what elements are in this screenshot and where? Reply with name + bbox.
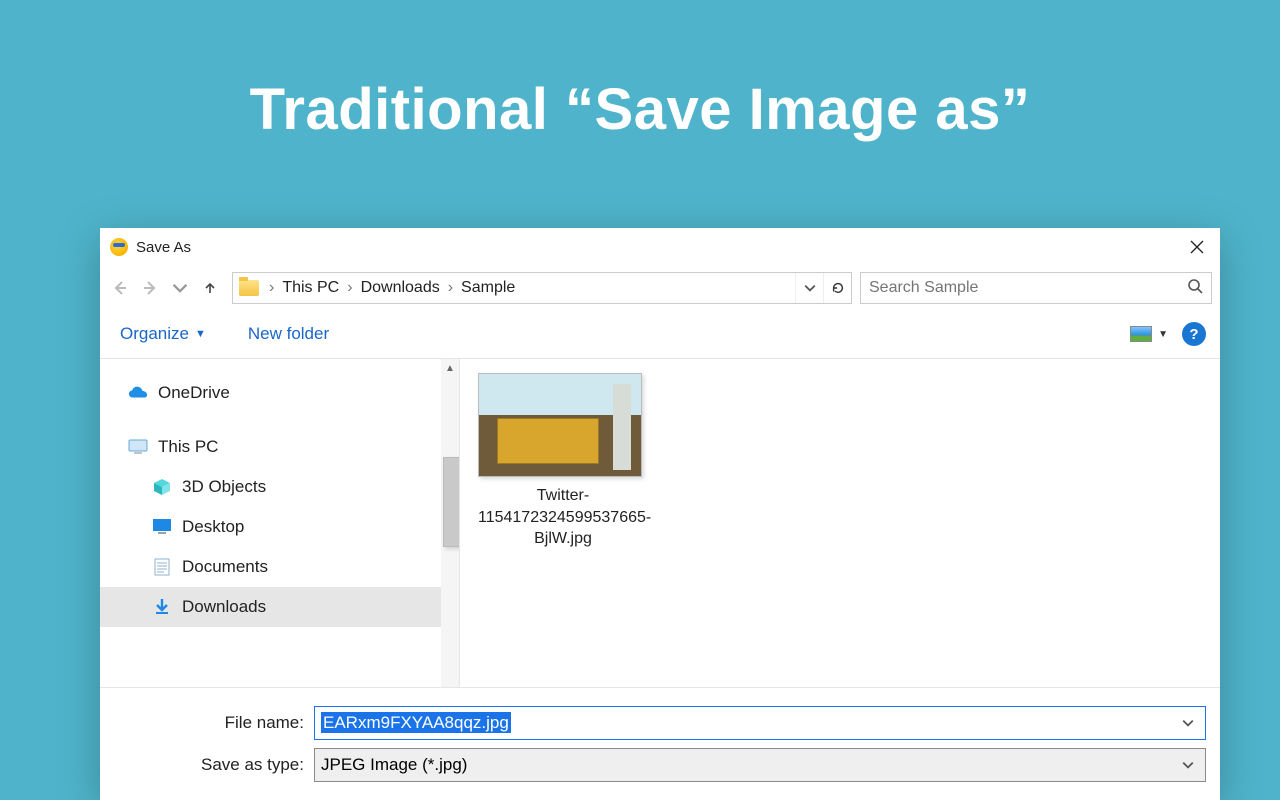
new-folder-button[interactable]: New folder [242, 320, 335, 348]
chevron-down-icon [1182, 717, 1194, 729]
filename-input[interactable]: EARxm9FXYAA8qqz.jpg [314, 706, 1206, 740]
file-name: Twitter-1154172324599537665-BjlW.jpg [478, 485, 648, 550]
close-icon [1190, 240, 1204, 254]
tree-label: Downloads [182, 597, 266, 617]
tree-downloads[interactable]: Downloads [100, 587, 459, 627]
address-bar[interactable]: › This PC › Downloads › Sample [232, 272, 852, 304]
chevron-down-icon: ▼ [195, 328, 206, 340]
breadcrumb-root[interactable]: This PC [278, 279, 343, 297]
arrow-right-icon [142, 280, 158, 296]
refresh-icon [831, 281, 845, 295]
app-icon [110, 238, 128, 256]
tree-this-pc[interactable]: This PC [100, 427, 459, 467]
document-icon [152, 558, 172, 576]
folder-icon [239, 280, 259, 296]
cube-icon [152, 478, 172, 496]
arrow-up-icon [203, 281, 217, 295]
address-dropdown[interactable] [795, 273, 823, 303]
tree-scrollbar[interactable]: ▲ [441, 359, 459, 687]
promo-headline: Traditional “Save Image as” [0, 0, 1280, 143]
tree-onedrive[interactable]: OneDrive [100, 373, 459, 413]
search-box[interactable] [860, 272, 1212, 304]
type-dropdown[interactable] [1177, 749, 1199, 781]
filename-dropdown[interactable] [1177, 707, 1199, 739]
download-icon [152, 598, 172, 616]
save-as-type-label: Save as type: [114, 755, 314, 775]
pc-icon [128, 438, 148, 456]
filename-value: EARxm9FXYAA8qqz.jpg [321, 712, 511, 733]
arrow-left-icon [112, 280, 128, 296]
up-button[interactable] [196, 274, 224, 302]
save-as-type-value: JPEG Image (*.jpg) [321, 755, 1177, 775]
tree-label: Desktop [182, 517, 244, 537]
breadcrumb-sep: › [265, 279, 278, 297]
recent-locations-button[interactable] [166, 274, 194, 302]
chevron-down-icon [1182, 759, 1194, 771]
breadcrumb-sep: › [444, 279, 457, 297]
view-menu[interactable]: ▼ [1130, 326, 1168, 342]
chevron-down-icon [804, 282, 816, 294]
tree-label: Documents [182, 557, 268, 577]
onedrive-icon [128, 384, 148, 402]
tree-3d-objects[interactable]: 3D Objects [100, 467, 459, 507]
search-input[interactable] [869, 279, 1187, 297]
breadcrumb-sample[interactable]: Sample [457, 279, 519, 297]
file-item[interactable]: Twitter-1154172324599537665-BjlW.jpg [478, 373, 648, 550]
filename-label: File name: [114, 713, 314, 733]
scroll-up-icon[interactable]: ▲ [441, 359, 459, 377]
save-as-type-select[interactable]: JPEG Image (*.jpg) [314, 748, 1206, 782]
save-form: File name: EARxm9FXYAA8qqz.jpg Save as t… [100, 687, 1220, 800]
file-thumbnail [478, 373, 642, 477]
help-button[interactable]: ? [1182, 322, 1206, 346]
tree-label: 3D Objects [182, 477, 266, 497]
view-icon [1130, 326, 1152, 342]
chevron-down-icon: ▼ [1158, 329, 1168, 340]
breadcrumb-downloads[interactable]: Downloads [357, 279, 444, 297]
tree-label: OneDrive [158, 383, 230, 403]
organize-menu[interactable]: Organize ▼ [114, 320, 212, 348]
navigation-tree: OneDrive This PC 3D Objects Desktop [100, 359, 460, 687]
search-icon [1187, 278, 1203, 299]
dialog-title: Save As [136, 239, 191, 256]
close-button[interactable] [1174, 228, 1220, 266]
breadcrumb-sep: › [343, 279, 356, 297]
desktop-icon [152, 518, 172, 536]
folder-content[interactable]: Twitter-1154172324599537665-BjlW.jpg [460, 359, 1220, 687]
navigation-bar: › This PC › Downloads › Sample [100, 266, 1220, 310]
toolbar: Organize ▼ New folder ▼ ? [100, 310, 1220, 358]
tree-label: This PC [158, 437, 218, 457]
save-as-dialog: Save As › This PC › Downloads › Sample [100, 228, 1220, 800]
scroll-thumb[interactable] [443, 457, 460, 547]
new-folder-label: New folder [248, 324, 329, 344]
chevron-down-icon [172, 280, 188, 296]
forward-button[interactable] [136, 274, 164, 302]
refresh-button[interactable] [823, 273, 851, 303]
tree-documents[interactable]: Documents [100, 547, 459, 587]
titlebar: Save As [100, 228, 1220, 266]
organize-label: Organize [120, 324, 189, 344]
tree-desktop[interactable]: Desktop [100, 507, 459, 547]
back-button[interactable] [106, 274, 134, 302]
